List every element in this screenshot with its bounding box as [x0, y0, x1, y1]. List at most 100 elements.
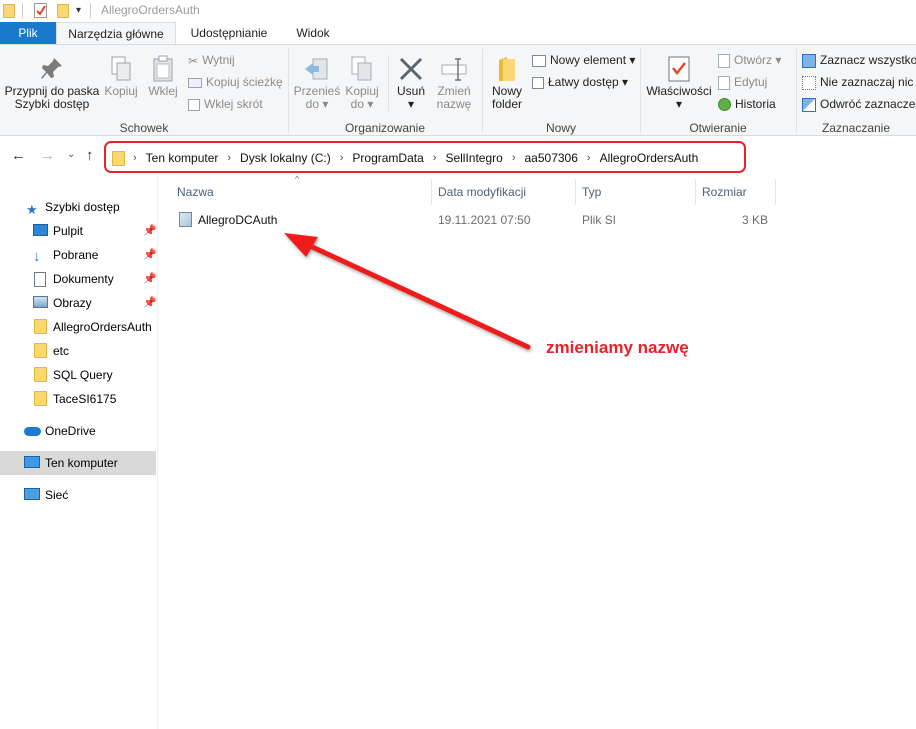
divider	[90, 3, 91, 18]
group-label-select: Zaznaczanie	[821, 121, 891, 135]
recent-locations-chevron-icon[interactable]: ⌄	[67, 149, 75, 160]
annotation-label: zmieniamy nazwę	[546, 338, 689, 357]
select-all-button[interactable]: Zaznacz wszystko	[802, 51, 916, 69]
pin-icon: 📌	[143, 273, 157, 285]
sidebar-item-quick-access[interactable]: ★ Szybki dostęp	[0, 195, 156, 219]
select-none-button[interactable]: Nie zaznaczaj nic	[802, 73, 913, 91]
breadcrumb-programdata[interactable]: ProgramData	[352, 151, 423, 165]
sidebar-item-downloads[interactable]: ↓ Pobrane 📌	[0, 243, 157, 267]
sidebar-item-this-pc[interactable]: Ten komputer	[0, 451, 156, 475]
ribbon: Przypnij do paska Szybki dostęp Kopiuj W…	[0, 44, 916, 136]
tab-view[interactable]: Widok	[282, 22, 344, 44]
computer-icon	[24, 456, 40, 468]
delete-dropdown-icon: ▾	[407, 97, 415, 111]
annotation-arrow	[284, 233, 531, 350]
new-folder-quick-icon[interactable]	[57, 4, 69, 18]
paste-button[interactable]: Wklej	[144, 55, 182, 98]
paste-shortcut-label: Wklej skrót	[204, 97, 263, 111]
folder-icon	[34, 319, 47, 334]
select-none-icon	[802, 75, 816, 90]
edit-label: Edytuj	[734, 75, 768, 89]
sidebar-item-allegroordersauth[interactable]: AllegroOrdersAuth	[0, 315, 156, 339]
tab-share[interactable]: Udostępnianie	[176, 22, 282, 44]
divider	[22, 3, 23, 18]
move-to-button[interactable]: Przenieś do ▾	[292, 55, 342, 111]
title-bar: ▾ AllegroOrdersAuth	[0, 0, 916, 22]
back-arrow-icon[interactable]: ←	[11, 147, 26, 164]
ribbon-tabs: Plik Narzędzia główne Udostępnianie Wido…	[0, 22, 916, 44]
properties-quick-icon[interactable]	[34, 3, 47, 18]
properties-icon	[644, 55, 714, 85]
pin-label-2: Szybki dostęp	[14, 97, 90, 111]
chevron-right-icon[interactable]: ›	[133, 152, 137, 164]
up-arrow-icon[interactable]: ↑	[86, 147, 94, 164]
breadcrumb-local-disk[interactable]: Dysk lokalny (C:)	[240, 151, 331, 165]
address-bar[interactable]: › Ten komputer › Dysk lokalny (C:) › Pro…	[104, 141, 746, 173]
select-all-icon	[802, 53, 816, 68]
new-folder-button[interactable]: Nowy folder	[486, 55, 528, 111]
sidebar-item-label: etc	[53, 344, 70, 358]
documents-icon	[34, 272, 46, 287]
rename-button[interactable]: Zmień nazwę	[432, 55, 476, 111]
sidebar-item-network[interactable]: Sieć	[0, 483, 156, 507]
pin-to-quick-access-button[interactable]: Przypnij do paska Szybki dostęp	[4, 55, 100, 111]
open-button[interactable]: Otwórz ▾	[718, 51, 781, 69]
easy-access-icon	[532, 76, 544, 89]
sidebar-item-desktop[interactable]: Pulpit 📌	[0, 219, 157, 243]
properties-dropdown-icon: ▾	[675, 97, 683, 111]
sidebar-item-sql-query[interactable]: SQL Query	[0, 363, 156, 387]
copy-path-icon	[188, 77, 202, 88]
easy-access-button[interactable]: Łatwy dostęp ▾	[532, 73, 628, 91]
chevron-right-icon[interactable]: ›	[587, 152, 591, 164]
new-item-button[interactable]: Nowy element ▾	[532, 51, 635, 69]
breadcrumb-aa507306[interactable]: aa507306	[525, 151, 578, 165]
network-icon	[24, 488, 40, 500]
pin-icon: 📌	[143, 297, 157, 309]
chevron-right-icon[interactable]: ›	[512, 152, 516, 164]
sidebar-item-label: Obrazy	[53, 296, 92, 310]
breadcrumb-this-pc[interactable]: Ten komputer	[146, 151, 219, 165]
sidebar-item-documents[interactable]: Dokumenty 📌	[0, 267, 157, 291]
file-list: ^ Nazwa Data modyfikacji Typ Rozmiar All…	[158, 174, 916, 729]
paste-icon	[144, 55, 182, 85]
rename-icon	[432, 55, 476, 85]
history-icon	[718, 98, 731, 112]
invert-selection-icon	[802, 97, 816, 112]
sidebar-item-label: Pobrane	[53, 248, 99, 262]
sidebar-item-etc[interactable]: etc	[0, 339, 156, 363]
rename-label-2: nazwę	[436, 97, 472, 111]
breadcrumb-sellintegro[interactable]: SellIntegro	[445, 151, 502, 165]
edit-button[interactable]: Edytuj	[718, 73, 767, 91]
sidebar-item-onedrive[interactable]: OneDrive	[0, 419, 156, 443]
tab-file[interactable]: Plik	[0, 22, 56, 44]
breadcrumb-allegroordersauth[interactable]: AllegroOrdersAuth	[600, 151, 699, 165]
sidebar-item-pictures[interactable]: Obrazy 📌	[0, 291, 157, 315]
chevron-right-icon[interactable]: ›	[227, 152, 231, 164]
copy-to-button[interactable]: Kopiuj do ▾	[342, 55, 382, 111]
properties-button[interactable]: Właściwości ▾	[644, 55, 714, 111]
chevron-right-icon[interactable]: ›	[433, 152, 437, 164]
group-label-new: Nowy	[545, 121, 576, 135]
forward-arrow-icon[interactable]: →	[40, 147, 55, 164]
tab-home[interactable]: Narzędzia główne	[56, 22, 176, 44]
new-item-label: Nowy element	[550, 53, 627, 67]
chevron-right-icon[interactable]: ›	[340, 152, 344, 164]
invert-selection-button[interactable]: Odwróć zaznaczenie	[802, 95, 916, 113]
cut-label: Wytnij	[202, 53, 235, 67]
history-button[interactable]: Historia	[718, 95, 776, 113]
copy-button[interactable]: Kopiuj	[102, 55, 140, 98]
sidebar-item-label: OneDrive	[45, 424, 96, 438]
divider	[388, 55, 389, 111]
paste-shortcut-icon	[188, 98, 200, 111]
move-to-label-2: do ▾	[305, 97, 329, 111]
pin-icon: 📌	[143, 249, 157, 261]
navigation-bar: ← → ⌄ ↑ › Ten komputer › Dysk lokalny (C…	[0, 137, 916, 175]
sidebar-item-tacesi6175[interactable]: TaceSI6175	[0, 387, 156, 411]
select-all-label: Zaznacz wszystko	[820, 53, 916, 67]
customize-quick-access-icon[interactable]: ▾	[76, 5, 81, 16]
paste-shortcut-button[interactable]: Wklej skrót	[188, 95, 263, 113]
move-to-icon	[292, 55, 342, 85]
cut-button[interactable]: ✂ Wytnij	[188, 51, 235, 69]
copy-path-button[interactable]: Kopiuj ścieżkę	[188, 73, 283, 91]
delete-button[interactable]: Usuń ▾	[392, 55, 430, 111]
